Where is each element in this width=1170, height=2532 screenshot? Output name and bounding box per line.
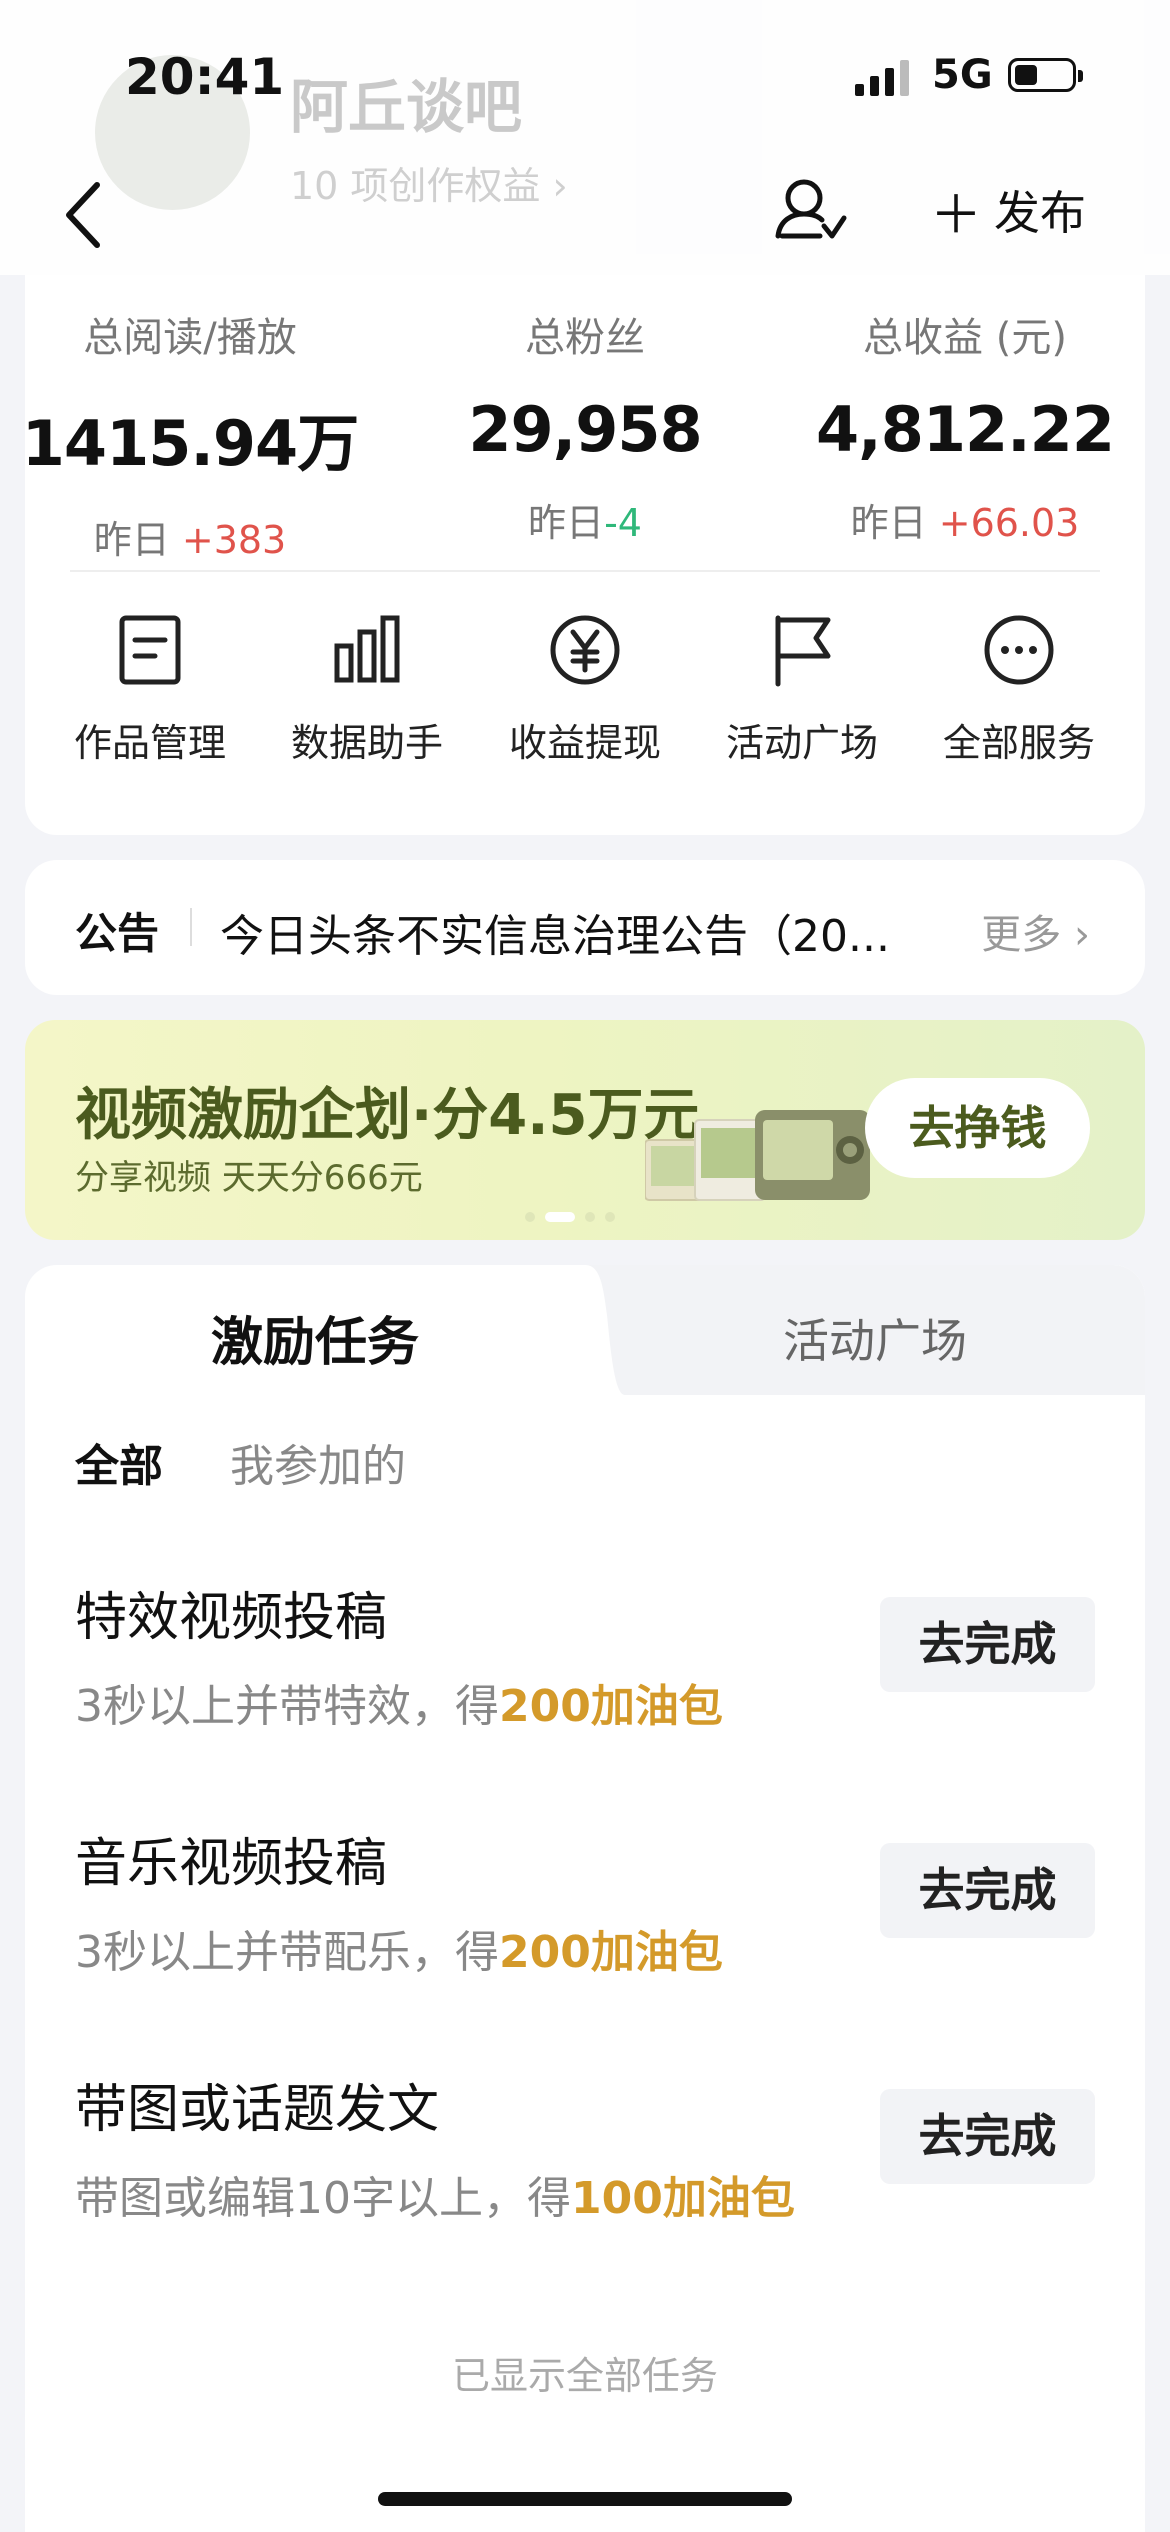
service-label: 收益提现 — [508, 721, 661, 765]
stat-delta: 昨日-4 — [528, 501, 642, 545]
flag-icon — [775, 615, 831, 687]
bar-chart-icon — [334, 615, 400, 683]
service-label: 活动广场 — [725, 721, 878, 765]
creator-rights-link[interactable]: 10 项创作权益 › — [290, 155, 568, 210]
status-time: 20:41 — [125, 48, 285, 106]
stat-value: 4,812.22 — [816, 393, 1115, 466]
notice-more-link[interactable]: 更多 › — [981, 902, 1090, 960]
tasks-card: 激励任务 活动广场 全部 我参加的 特效视频投稿 3秒以上并带特效，得200加油… — [25, 1265, 1145, 2532]
service-label: 作品管理 — [73, 721, 226, 765]
stat-value: 1415.94万 — [21, 407, 359, 480]
carousel-indicator — [525, 1212, 615, 1222]
complete-task-button[interactable]: 去完成 — [880, 2089, 1095, 2184]
yuan-icon — [550, 615, 620, 685]
camera-illustration — [645, 1110, 870, 1201]
service-withdraw[interactable]: 收益提现 — [475, 610, 695, 767]
document-icon — [119, 615, 181, 685]
signal-icon — [855, 60, 909, 96]
earn-money-button[interactable]: 去挣钱 — [865, 1078, 1090, 1178]
notice-text[interactable]: 今日头条不实信息治理公告（20... — [220, 900, 950, 964]
stat-delta: 昨日 +66.03 — [850, 501, 1080, 545]
complete-task-button[interactable]: 去完成 — [880, 1843, 1095, 1938]
banner-subtitle: 分享视频 天天分666元 — [75, 1158, 423, 1198]
banner-title: 视频激励企划·分4.5万元 — [75, 1083, 700, 1148]
stat-total-earnings[interactable]: 总收益 (元) 4,812.22 昨日 +66.03 — [785, 305, 1145, 547]
publish-label: 发布 — [994, 186, 1087, 240]
battery-icon — [1008, 58, 1083, 92]
status-bar: 20:41 5G — [0, 0, 1170, 150]
service-label: 全部服务 — [942, 721, 1095, 765]
network-type: 5G — [932, 52, 993, 98]
back-icon[interactable] — [55, 175, 115, 255]
stat-total-reads[interactable]: 总阅读/播放 1415.94万 昨日 +383 — [10, 305, 370, 564]
stats-card: 总阅读/播放 1415.94万 昨日 +383 总粉丝 29,958 昨日-4 … — [22, 275, 1145, 835]
service-label: 数据助手 — [290, 721, 443, 765]
service-activity-square[interactable]: 活动广场 — [692, 610, 912, 767]
service-data-assistant[interactable]: 数据助手 — [257, 610, 477, 767]
service-works-management[interactable]: 作品管理 — [40, 610, 260, 767]
service-all[interactable]: 全部服务 — [909, 610, 1129, 767]
notice-bar[interactable]: 公告 今日头条不实信息治理公告（20... 更多 › — [25, 860, 1145, 995]
plus-icon: ＋ — [930, 185, 983, 246]
task-item: 音乐视频投稿 3秒以上并带配乐，得200加油包 去完成 — [75, 1821, 1095, 1978]
stat-label: 总收益 (元) — [863, 315, 1067, 361]
more-icon — [984, 615, 1054, 685]
complete-task-button[interactable]: 去完成 — [880, 1597, 1095, 1692]
promo-banner[interactable]: 视频激励企划·分4.5万元 分享视频 天天分666元 去挣钱 — [25, 1020, 1145, 1240]
task-item: 带图或话题发文 带图或编辑10字以上，得100加油包 去完成 — [75, 2067, 1095, 2224]
notice-tag: 公告 — [75, 909, 160, 958]
divider — [70, 570, 1100, 572]
stat-label: 总粉丝 — [525, 315, 645, 361]
stat-total-fans[interactable]: 总粉丝 29,958 昨日-4 — [405, 305, 765, 547]
home-indicator[interactable] — [378, 2492, 792, 2506]
stat-delta: 昨日 +383 — [93, 518, 287, 562]
divider — [190, 908, 192, 946]
user-follow-icon[interactable] — [770, 170, 850, 250]
filter-joined[interactable]: 我参加的 — [230, 1430, 406, 1494]
task-item: 特效视频投稿 3秒以上并带特效，得200加油包 去完成 — [75, 1575, 1095, 1732]
stat-label: 总阅读/播放 — [83, 315, 297, 361]
publish-button[interactable]: ＋ 发布 — [930, 175, 1087, 246]
filter-all[interactable]: 全部 — [75, 1430, 163, 1494]
tab-activity-square[interactable]: 活动广场 — [605, 1305, 1145, 1371]
tab-incentive-tasks[interactable]: 激励任务 — [25, 1300, 605, 1375]
stat-value: 29,958 — [468, 393, 702, 466]
all-tasks-shown: 已显示全部任务 — [451, 2354, 718, 2398]
